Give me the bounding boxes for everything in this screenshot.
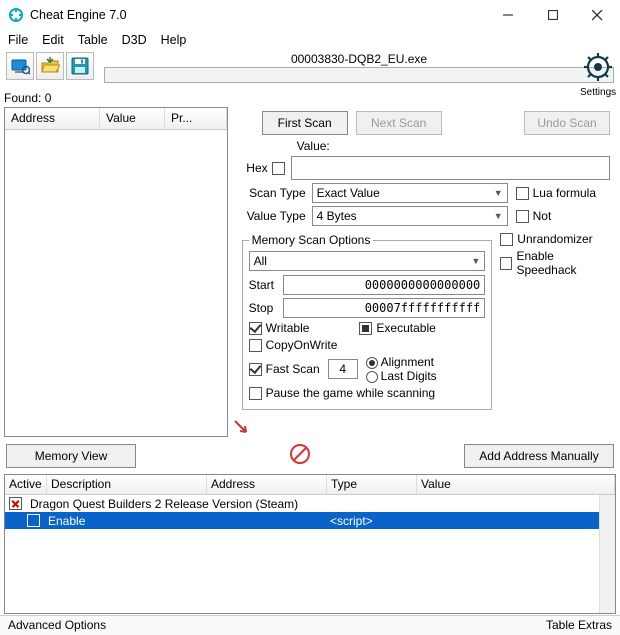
not-checkbox[interactable] — [516, 210, 529, 223]
row-desc: Enable — [44, 513, 326, 529]
alignment-label: Alignment — [381, 355, 434, 369]
scan-type-label: Scan Type — [242, 186, 306, 200]
next-scan-button: Next Scan — [356, 111, 442, 135]
col-value[interactable]: Value — [100, 108, 165, 129]
arrow-icon[interactable] — [232, 418, 250, 436]
status-bar: Advanced Options Table Extras — [0, 615, 620, 635]
menu-bar: File Edit Table D3D Help — [0, 30, 620, 50]
process-name: 00003830-DQB2_EU.exe — [104, 52, 614, 67]
mso-region-value: All — [254, 254, 267, 268]
results-list[interactable]: Address Value Pr... — [4, 107, 228, 437]
table-row[interactable]: Dragon Quest Builders 2 Release Version … — [5, 495, 615, 512]
value-label: Value: — [297, 139, 330, 153]
writable-checkbox[interactable] — [249, 322, 262, 335]
toolbar: 00003830-DQB2_EU.exe — [0, 50, 620, 89]
value-type-select[interactable]: 4 Bytes ▼ — [312, 206, 508, 226]
settings-logo[interactable]: Settings — [580, 50, 616, 98]
th-type[interactable]: Type — [327, 475, 417, 494]
menu-help[interactable]: Help — [161, 33, 187, 47]
hex-checkbox[interactable] — [272, 162, 285, 175]
settings-label: Settings — [580, 87, 616, 98]
memory-view-button[interactable]: Memory View — [6, 444, 136, 468]
app-icon — [8, 7, 24, 23]
process-area: 00003830-DQB2_EU.exe — [104, 52, 614, 83]
results-columns: Address Value Pr... — [5, 108, 227, 130]
menu-edit[interactable]: Edit — [42, 33, 64, 47]
th-active[interactable]: Active — [5, 475, 47, 494]
chevron-down-icon: ▼ — [494, 211, 503, 221]
scan-panel: First Scan Next Scan Undo Scan Value: He… — [228, 107, 616, 437]
minimize-button[interactable] — [485, 0, 530, 30]
not-label: Not — [533, 209, 552, 223]
start-label: Start — [249, 278, 283, 292]
col-prev[interactable]: Pr... — [165, 108, 227, 129]
value-type-value: 4 Bytes — [317, 209, 357, 223]
window-buttons — [485, 0, 620, 30]
pause-label: Pause the game while scanning — [266, 386, 435, 400]
stop-label: Stop — [249, 301, 283, 315]
executable-checkbox[interactable] — [359, 322, 372, 335]
executable-label: Executable — [376, 321, 435, 335]
memory-scan-options: Memory Scan Options All ▼ Start Stop Writ… — [242, 233, 493, 410]
undo-scan-button: Undo Scan — [524, 111, 610, 135]
mid-area: Address Value Pr... First Scan Next Scan… — [0, 107, 620, 437]
scan-type-select[interactable]: Exact Value ▼ — [312, 183, 508, 203]
window-title: Cheat Engine 7.0 — [30, 8, 485, 22]
th-desc[interactable]: Description — [47, 475, 207, 494]
address-table[interactable]: Active Description Address Type Value Dr… — [4, 474, 616, 614]
fastscan-input[interactable] — [328, 359, 358, 379]
first-scan-button[interactable]: First Scan — [262, 111, 348, 135]
th-value[interactable]: Value — [417, 475, 615, 494]
value-input[interactable] — [291, 156, 610, 180]
value-type-label: Value Type — [242, 209, 306, 223]
table-extras[interactable]: Table Extras — [546, 618, 612, 633]
speedhack-label: Enable Speedhack — [516, 249, 610, 277]
alignment-radio[interactable] — [366, 357, 378, 369]
speedhack-checkbox[interactable] — [500, 257, 512, 270]
copyonwrite-checkbox[interactable] — [249, 339, 262, 352]
lastdigits-label: Last Digits — [381, 369, 437, 383]
active-checkbox[interactable] — [9, 497, 22, 510]
add-address-button[interactable]: Add Address Manually — [464, 444, 614, 468]
table-header: Active Description Address Type Value — [5, 475, 615, 495]
fastscan-label: Fast Scan — [266, 362, 320, 376]
row-desc: Dragon Quest Builders 2 Release Version … — [26, 496, 615, 512]
found-label: Found: 0 — [0, 89, 620, 107]
titlebar: Cheat Engine 7.0 — [0, 0, 620, 30]
close-button[interactable] — [575, 0, 620, 30]
open-button[interactable] — [36, 52, 64, 80]
fastscan-checkbox[interactable] — [249, 363, 262, 376]
advanced-options[interactable]: Advanced Options — [8, 618, 106, 633]
scan-progress — [104, 67, 614, 83]
save-button[interactable] — [66, 52, 94, 80]
menu-d3d[interactable]: D3D — [122, 33, 147, 47]
chevron-down-icon: ▼ — [494, 188, 503, 198]
unrandomizer-label: Unrandomizer — [517, 232, 592, 246]
menu-file[interactable]: File — [8, 33, 28, 47]
no-entry-icon — [289, 443, 311, 468]
stop-input[interactable] — [283, 298, 486, 318]
writable-label: Writable — [266, 321, 310, 335]
select-process-button[interactable] — [6, 52, 34, 80]
lua-formula-checkbox[interactable] — [516, 187, 529, 200]
chevron-down-icon: ▼ — [471, 256, 480, 266]
scan-type-value: Exact Value — [317, 186, 380, 200]
copyonwrite-label: CopyOnWrite — [266, 338, 338, 352]
table-scrollbar[interactable] — [599, 495, 615, 613]
start-input[interactable] — [283, 275, 486, 295]
menu-table[interactable]: Table — [78, 33, 108, 47]
hex-label: Hex — [242, 161, 268, 175]
col-address[interactable]: Address — [5, 108, 100, 129]
lua-formula-label: Lua formula — [533, 186, 596, 200]
table-row[interactable]: Enable <script> — [5, 512, 615, 529]
pause-checkbox[interactable] — [249, 387, 262, 400]
lastdigits-radio[interactable] — [366, 371, 378, 383]
mso-legend: Memory Scan Options — [249, 233, 374, 247]
mso-region-select[interactable]: All ▼ — [249, 251, 486, 271]
active-checkbox[interactable] — [27, 514, 40, 527]
unrandomizer-checkbox[interactable] — [500, 233, 513, 246]
row-type: <script> — [326, 513, 377, 529]
maximize-button[interactable] — [530, 0, 575, 30]
th-address[interactable]: Address — [207, 475, 327, 494]
